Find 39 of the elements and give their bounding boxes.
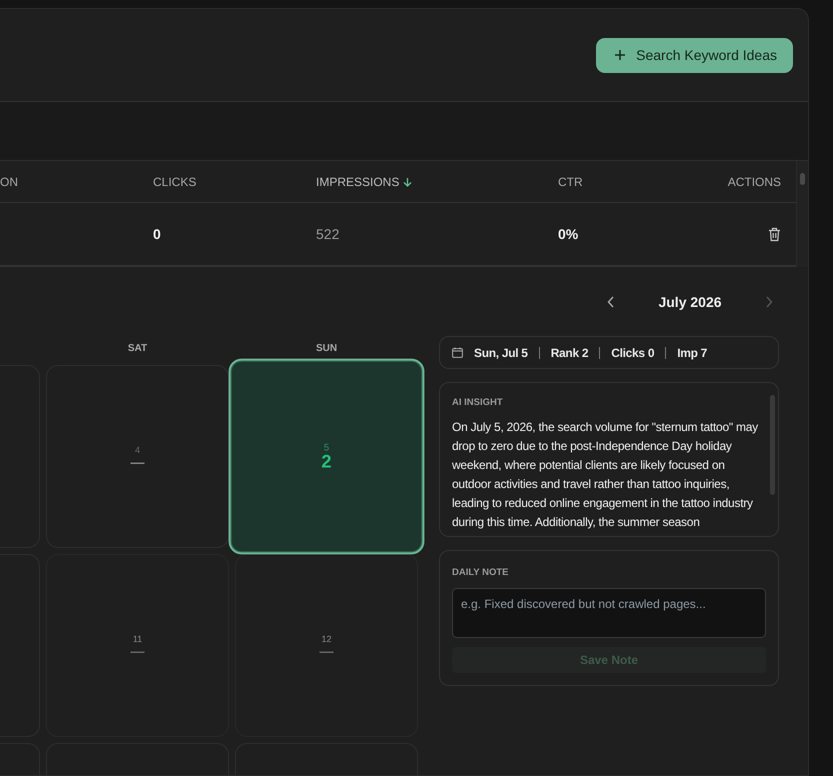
summary-stat: Imp 7 bbox=[677, 346, 708, 360]
weekday-label: SAT bbox=[128, 343, 148, 354]
column-header[interactable]: ACTIONS bbox=[728, 174, 782, 188]
plus-icon bbox=[614, 49, 626, 61]
calendar-day[interactable]: 11 — bbox=[46, 554, 229, 737]
column-header[interactable]: IMPRESSIONS bbox=[316, 174, 412, 188]
day-number: 12 bbox=[321, 634, 332, 644]
day-rank: — bbox=[320, 644, 334, 658]
scrollbar[interactable] bbox=[770, 395, 775, 495]
summary-stat: Sun, Jul 5 bbox=[474, 346, 528, 360]
table-cell: 0 bbox=[153, 226, 161, 242]
search-keyword-ideas-button[interactable]: Search Keyword Ideas bbox=[596, 38, 793, 72]
day-number: 4 bbox=[134, 444, 140, 454]
day-rank: — bbox=[130, 644, 144, 658]
card-label: AI INSIGHT bbox=[452, 397, 503, 408]
calendar-icon bbox=[452, 347, 463, 358]
trash-icon bbox=[768, 226, 782, 242]
scrollbar[interactable] bbox=[796, 161, 808, 267]
weekday-label: SUN bbox=[316, 343, 338, 354]
delete-button[interactable] bbox=[768, 226, 782, 242]
table-cell: 0% bbox=[558, 226, 578, 242]
next-month-button[interactable] bbox=[765, 296, 773, 308]
day-rank: 2 bbox=[321, 452, 332, 471]
summary-stat: Clicks 0 bbox=[611, 346, 654, 360]
day-number: 5 bbox=[324, 442, 330, 453]
day-rank: — bbox=[130, 454, 144, 468]
column-header[interactable]: CLICKS bbox=[153, 174, 196, 188]
month-title: July 2026 bbox=[657, 294, 723, 310]
day-number: 11 bbox=[132, 634, 142, 644]
previous-month-button[interactable] bbox=[607, 296, 615, 308]
summary-stat: Rank 2 bbox=[550, 346, 588, 360]
calendar-day[interactable]: 5 2 bbox=[228, 358, 424, 554]
note-field[interactable]: e.g. Fixed discovered but not crawled pages... bbox=[452, 588, 766, 638]
card-label: DAILY NOTE bbox=[452, 567, 508, 578]
table-cell: 522 bbox=[316, 226, 340, 242]
column-header[interactable]: ON bbox=[0, 174, 18, 188]
insight-text: On July 5, 2026, the search volume for "sternum tattoo" may drop to zero due to the post-Independence Day holiday weekend, where potential clients are likely focused on outdoor activities and travel rather than tattoo inquiries, leading to reduced online engagement in the tattoo industry during this time. Additionally, the summer season bbox=[452, 419, 759, 531]
calendar-day[interactable]: 12 — bbox=[235, 554, 418, 737]
column-header[interactable]: CTR bbox=[558, 174, 583, 188]
